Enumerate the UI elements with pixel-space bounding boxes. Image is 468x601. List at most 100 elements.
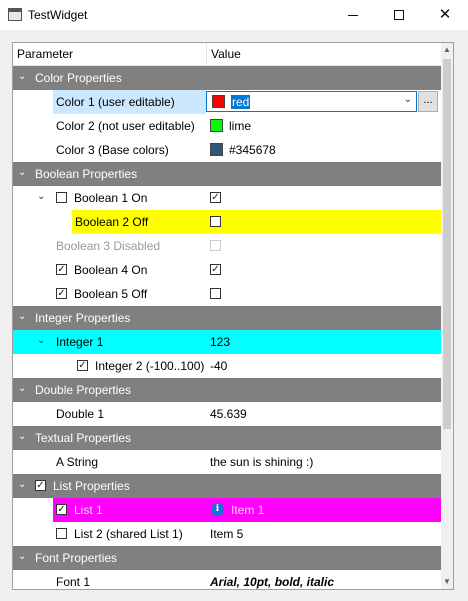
- row-color-2[interactable]: Color 2 (not user editable) lime: [13, 114, 441, 138]
- list-2-value[interactable]: Item 5: [210, 527, 243, 541]
- color-2-value: lime: [229, 119, 252, 133]
- row-integer-2[interactable]: ✓ Integer 2 (-100..100) -40: [13, 354, 441, 378]
- double-1-value[interactable]: 45.639: [210, 407, 247, 421]
- row-list-1[interactable]: ✓ List 1 i Item 1: [13, 498, 441, 522]
- close-button[interactable]: ✕: [422, 0, 468, 30]
- color-2-swatch: [210, 119, 223, 132]
- expand-arrow-icon[interactable]: ⌄: [18, 168, 28, 178]
- color-3-label: Color 3 (Base colors): [56, 143, 169, 157]
- minimize-button[interactable]: [330, 0, 376, 30]
- category-list-properties[interactable]: ⌄ ✓ List Properties: [13, 474, 441, 498]
- boolean-5-label: Boolean 5 Off: [74, 287, 148, 301]
- color-1-swatch: [212, 95, 225, 108]
- info-icon: i: [211, 503, 224, 516]
- boolean-4-value-checkbox[interactable]: ✓: [210, 264, 221, 275]
- color-2-label: Color 2 (not user editable): [56, 119, 195, 133]
- boolean-4-label-checkbox[interactable]: ✓: [56, 264, 67, 275]
- expand-arrow-icon[interactable]: ⌄: [18, 384, 28, 394]
- minimize-icon: [348, 15, 358, 16]
- category-label: Color Properties: [35, 71, 122, 85]
- list-1-value[interactable]: Item 1: [231, 503, 264, 517]
- row-boolean-3: Boolean 3 Disabled: [13, 234, 441, 258]
- list-2-label: List 2 (shared List 1): [74, 527, 183, 541]
- row-boolean-4[interactable]: ✓ Boolean 4 On ✓: [13, 258, 441, 282]
- expand-arrow-icon[interactable]: ⌄: [18, 72, 28, 82]
- color-dialog-button[interactable]: ...: [418, 91, 438, 112]
- check-icon: ✓: [57, 264, 66, 275]
- boolean-5-label-checkbox[interactable]: ✓: [56, 288, 67, 299]
- double-1-label: Double 1: [56, 407, 105, 421]
- category-integer-properties[interactable]: ⌄ Integer Properties: [13, 306, 441, 330]
- string-value[interactable]: the sun is shining :): [210, 455, 313, 469]
- row-color-1[interactable]: Color 1 (user editable) red ⌄ ...: [13, 90, 441, 114]
- boolean-5-value-checkbox[interactable]: [210, 288, 221, 299]
- maximize-button[interactable]: [376, 0, 422, 30]
- maximize-icon: [394, 10, 404, 20]
- category-label: Font Properties: [35, 551, 118, 565]
- expand-arrow-icon[interactable]: ⌄: [37, 336, 47, 346]
- chevron-down-icon[interactable]: ⌄: [404, 94, 412, 105]
- list-1-checkbox[interactable]: ✓: [56, 504, 67, 515]
- scroll-up-icon[interactable]: ▲: [441, 43, 453, 57]
- boolean-1-label-checkbox[interactable]: [56, 192, 67, 203]
- app-window-icon: [8, 8, 22, 21]
- integer-2-value[interactable]: -40: [210, 359, 227, 373]
- expand-arrow-icon[interactable]: ⌄: [18, 480, 28, 490]
- font-1-value[interactable]: Arial, 10pt, bold, italic: [210, 575, 334, 589]
- category-font-properties[interactable]: ⌄ Font Properties: [13, 546, 441, 570]
- row-double-1[interactable]: Double 1 45.639: [13, 402, 441, 426]
- color-3-value: #345678: [229, 143, 276, 157]
- check-icon: ✓: [36, 480, 45, 491]
- color-1-selected-text[interactable]: red: [231, 95, 251, 109]
- boolean-3-label: Boolean 3 Disabled: [56, 239, 161, 253]
- boolean-1-label: Boolean 1 On: [74, 191, 148, 205]
- expand-arrow-icon[interactable]: ⌄: [18, 552, 28, 562]
- row-font-1[interactable]: Font 1 Arial, 10pt, bold, italic: [13, 570, 441, 589]
- list-category-checkbox[interactable]: ✓: [35, 480, 46, 491]
- boolean-2-value-checkbox[interactable]: [210, 216, 221, 227]
- expand-arrow-icon[interactable]: ⌄: [18, 312, 28, 322]
- integer-2-label: Integer 2 (-100..100): [95, 359, 205, 373]
- category-label: Integer Properties: [35, 311, 131, 325]
- boolean-1-value-checkbox[interactable]: ✓: [210, 192, 221, 203]
- check-icon: ✓: [211, 192, 220, 203]
- category-label: Boolean Properties: [35, 167, 138, 181]
- scrollbar-thumb[interactable]: [443, 59, 451, 429]
- expand-arrow-icon[interactable]: ⌄: [18, 432, 28, 442]
- boolean-4-label: Boolean 4 On: [74, 263, 148, 277]
- category-label: Double Properties: [35, 383, 132, 397]
- row-color-3[interactable]: Color 3 (Base colors) #345678: [13, 138, 441, 162]
- row-boolean-5[interactable]: ✓ Boolean 5 Off: [13, 282, 441, 306]
- property-tree[interactable]: Parameter Value ⌄ Color Properties Color…: [12, 42, 454, 590]
- integer-1-label: Integer 1: [56, 335, 104, 349]
- check-icon: ✓: [57, 288, 66, 299]
- row-list-2[interactable]: List 2 (shared List 1) Item 5: [13, 522, 441, 546]
- window-title: TestWidget: [28, 8, 88, 22]
- integer-2-checkbox[interactable]: ✓: [77, 360, 88, 371]
- scroll-down-icon[interactable]: ▼: [441, 575, 453, 589]
- list-2-checkbox[interactable]: [56, 528, 67, 539]
- category-color-properties[interactable]: ⌄ Color Properties: [13, 66, 441, 90]
- check-icon: ✓: [78, 360, 87, 371]
- row-string[interactable]: A String the sun is shining :): [13, 450, 441, 474]
- close-icon: ✕: [438, 6, 452, 23]
- color-1-combobox[interactable]: red ⌄: [206, 91, 417, 112]
- expand-arrow-icon[interactable]: ⌄: [37, 192, 47, 202]
- category-textual-properties[interactable]: ⌄ Textual Properties: [13, 426, 441, 450]
- list-1-label: List 1: [74, 503, 103, 517]
- category-boolean-properties[interactable]: ⌄ Boolean Properties: [13, 162, 441, 186]
- header-separator[interactable]: [206, 43, 207, 65]
- row-integer-1[interactable]: ⌄ Integer 1 123: [13, 330, 441, 354]
- check-icon: ✓: [57, 504, 66, 515]
- row-boolean-2[interactable]: Boolean 2 Off: [13, 210, 441, 234]
- color-1-label: Color 1 (user editable): [56, 95, 175, 109]
- row-boolean-1[interactable]: ⌄ Boolean 1 On ✓: [13, 186, 441, 210]
- category-double-properties[interactable]: ⌄ Double Properties: [13, 378, 441, 402]
- header-parameter[interactable]: Parameter: [17, 47, 73, 61]
- check-icon: ✓: [211, 264, 220, 275]
- integer-1-value[interactable]: 123: [210, 335, 230, 349]
- title-bar: TestWidget ✕: [0, 0, 468, 30]
- vertical-scrollbar[interactable]: ▲ ▼: [441, 43, 453, 589]
- header-value[interactable]: Value: [211, 47, 241, 61]
- string-label: A String: [56, 455, 99, 469]
